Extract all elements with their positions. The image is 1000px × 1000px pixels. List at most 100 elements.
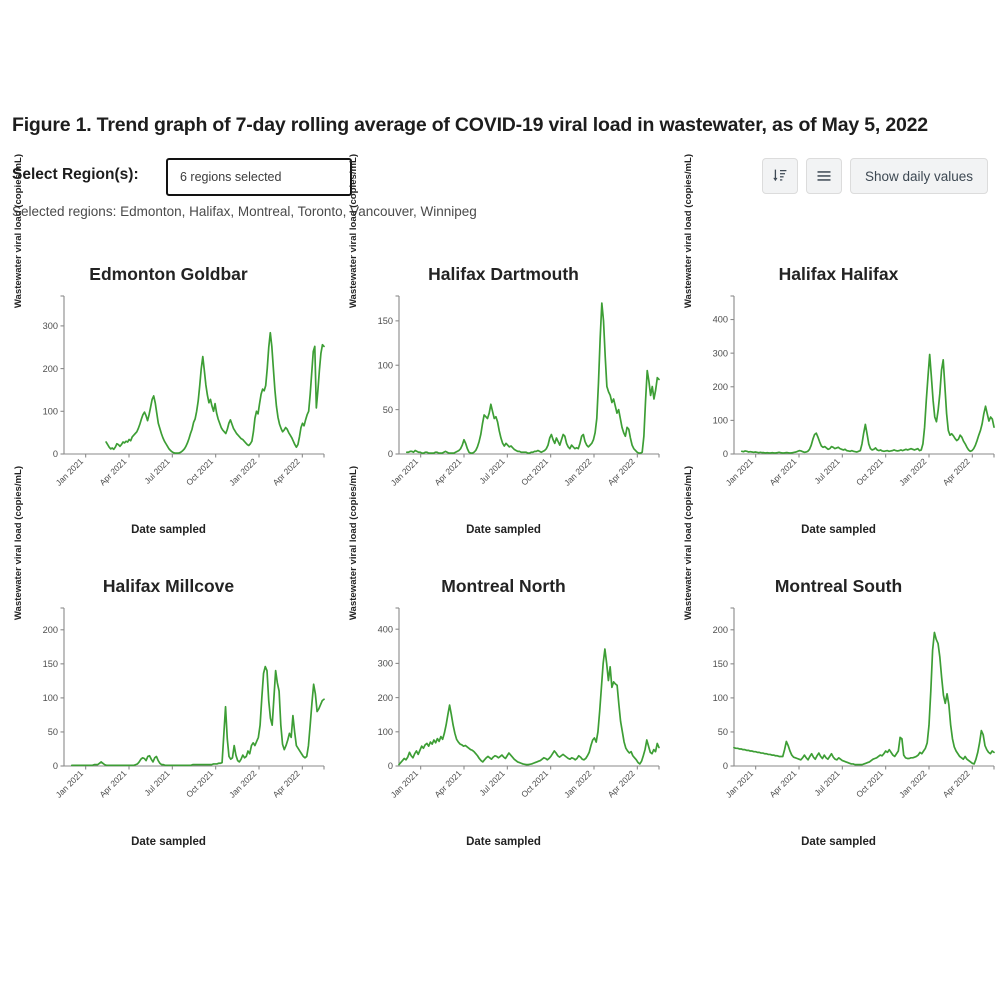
svg-text:Jan 2021: Jan 2021: [724, 456, 756, 488]
svg-text:0: 0: [53, 761, 58, 771]
chart-plot[interactable]: 0 100 200 300 400 Jan 2021 Apr 2021 Jul 2021 Oct…: [700, 292, 1000, 488]
svg-text:Apr 2022: Apr 2022: [606, 768, 637, 799]
chart-y-axis-label: Wastewater viral load (copies/mL): [348, 465, 359, 621]
chart-title: Edmonton Goldbar: [89, 264, 248, 284]
svg-text:50: 50: [718, 727, 728, 737]
page-title: Figure 1. Trend graph of 7-day rolling a…: [12, 114, 928, 136]
svg-text:Jan 2022: Jan 2022: [227, 768, 259, 800]
svg-text:Apr 2022: Apr 2022: [606, 456, 637, 487]
chart-plot[interactable]: 0 100 200 300 Jan 2021 Apr 2021 Jul 2021 Oct 20…: [30, 292, 330, 488]
chart-plot[interactable]: 0 50 100 150 Jan 2021 Apr 2021 Jul 2021 Oct 202…: [365, 292, 665, 488]
select-region-label: Select Region(s):: [12, 166, 139, 183]
chart-title: Montreal South: [774, 576, 903, 596]
chart-y-axis-label: Wastewater viral load (copies/mL): [348, 153, 359, 309]
chart-x-axis-label: Date sampled: [466, 836, 541, 848]
chart-cell-1: Halifax Dartmouth Wastewater viral load …: [337, 154, 670, 564]
svg-text:Apr 2022: Apr 2022: [271, 456, 302, 487]
chart-title: Montreal North: [441, 576, 566, 596]
chart-x-axis-label: Date sampled: [131, 524, 206, 536]
chart-y-axis-label: Wastewater viral load (copies/mL): [13, 465, 24, 621]
svg-text:Jul 2021: Jul 2021: [812, 456, 842, 486]
svg-text:Jul 2021: Jul 2021: [477, 768, 507, 798]
svg-text:100: 100: [713, 693, 728, 703]
charts-grid: Edmonton Goldbar Wastewater viral load (…: [0, 154, 1000, 876]
chart-title: Halifax Halifax: [778, 264, 899, 284]
svg-text:Jan 2022: Jan 2022: [897, 768, 929, 800]
svg-text:Jan 2021: Jan 2021: [54, 768, 86, 800]
svg-text:Jul 2021: Jul 2021: [812, 768, 842, 798]
controls-row: Select Region(s): 6 regions selected Sho…: [12, 158, 988, 198]
chart-cell-4: Montreal North Wastewater viral load (co…: [337, 466, 670, 876]
chart-x-axis-label: Date sampled: [801, 524, 876, 536]
svg-text:Apr 2021: Apr 2021: [97, 456, 128, 487]
sort-button[interactable]: [761, 158, 798, 194]
svg-text:100: 100: [43, 406, 58, 416]
svg-text:Apr 2022: Apr 2022: [941, 768, 972, 799]
svg-text:Apr 2022: Apr 2022: [271, 768, 302, 799]
svg-text:300: 300: [378, 659, 393, 669]
svg-text:0: 0: [53, 449, 58, 459]
svg-text:Apr 2021: Apr 2021: [432, 768, 463, 799]
svg-text:50: 50: [383, 405, 393, 415]
svg-text:150: 150: [43, 659, 58, 669]
svg-text:Jan 2021: Jan 2021: [54, 456, 86, 488]
chart-cell-0: Edmonton Goldbar Wastewater viral load (…: [2, 154, 335, 564]
svg-text:200: 200: [43, 625, 58, 635]
figure-page: Figure 1. Trend graph of 7-day rolling a…: [0, 0, 1000, 1000]
chart-y-axis-label: Wastewater viral load (copies/mL): [13, 153, 24, 309]
svg-text:Oct 2021: Oct 2021: [854, 768, 885, 799]
svg-text:400: 400: [378, 624, 393, 634]
chart-plot[interactable]: 0 100 200 300 400 Jan 2021 Apr 2021 Jul 2021 Oct…: [365, 604, 665, 800]
chart-title: Halifax Millcove: [102, 576, 235, 596]
svg-text:Apr 2021: Apr 2021: [97, 768, 128, 799]
svg-text:200: 200: [713, 382, 728, 392]
svg-text:Jan 2022: Jan 2022: [227, 456, 259, 488]
svg-text:0: 0: [388, 761, 393, 771]
svg-text:100: 100: [378, 360, 393, 370]
list-lines-icon: [816, 169, 832, 183]
chart-title: Halifax Dartmouth: [428, 264, 579, 284]
show-daily-values-button[interactable]: Show daily values: [849, 158, 988, 194]
svg-text:Jan 2022: Jan 2022: [562, 456, 594, 488]
charts-row-2: Halifax Millcove Wastewater viral load (…: [0, 466, 1000, 876]
svg-text:Jan 2021: Jan 2021: [724, 768, 756, 800]
svg-text:Apr 2021: Apr 2021: [767, 456, 798, 487]
svg-text:Jul 2021: Jul 2021: [142, 768, 172, 798]
svg-text:50: 50: [48, 727, 58, 737]
svg-text:200: 200: [713, 625, 728, 635]
region-select-value: 6 regions selected: [180, 170, 282, 184]
svg-text:Jul 2021: Jul 2021: [477, 456, 507, 486]
svg-text:300: 300: [713, 348, 728, 358]
svg-text:Apr 2022: Apr 2022: [941, 456, 972, 487]
svg-text:200: 200: [378, 693, 393, 703]
region-select-input[interactable]: 6 regions selected: [166, 158, 352, 196]
svg-text:0: 0: [723, 449, 728, 459]
chart-cell-2: Halifax Halifax Wastewater viral load (c…: [672, 154, 1000, 564]
svg-text:0: 0: [723, 761, 728, 771]
svg-text:Jan 2022: Jan 2022: [562, 768, 594, 800]
list-view-button[interactable]: [805, 158, 842, 194]
svg-text:Oct 2021: Oct 2021: [184, 768, 215, 799]
chart-x-axis-label: Date sampled: [131, 836, 206, 848]
svg-text:Jan 2022: Jan 2022: [897, 456, 929, 488]
svg-text:150: 150: [713, 659, 728, 669]
svg-text:Apr 2021: Apr 2021: [432, 456, 463, 487]
svg-text:100: 100: [713, 416, 728, 426]
svg-text:Oct 2021: Oct 2021: [519, 456, 550, 487]
chart-plot[interactable]: 0 50 100 150 200 Jan 2021 Apr 2021 Jul 2021 Oct …: [30, 604, 330, 800]
charts-row-1: Edmonton Goldbar Wastewater viral load (…: [0, 154, 1000, 564]
svg-text:150: 150: [378, 316, 393, 326]
svg-text:Jul 2021: Jul 2021: [142, 456, 172, 486]
svg-text:300: 300: [43, 321, 58, 331]
svg-text:Apr 2021: Apr 2021: [767, 768, 798, 799]
chart-x-axis-label: Date sampled: [801, 836, 876, 848]
svg-text:Oct 2021: Oct 2021: [519, 768, 550, 799]
chart-cell-3: Halifax Millcove Wastewater viral load (…: [2, 466, 335, 876]
svg-text:400: 400: [713, 315, 728, 325]
toolbar-buttons: Show daily values: [761, 158, 988, 194]
svg-text:Oct 2021: Oct 2021: [184, 456, 215, 487]
chart-plot[interactable]: 0 50 100 150 200 Jan 2021 Apr 2021 Jul 2021 Oct …: [700, 604, 1000, 800]
chart-x-axis-label: Date sampled: [466, 524, 541, 536]
svg-text:200: 200: [43, 364, 58, 374]
chart-cell-5: Montreal South Wastewater viral load (co…: [672, 466, 1000, 876]
